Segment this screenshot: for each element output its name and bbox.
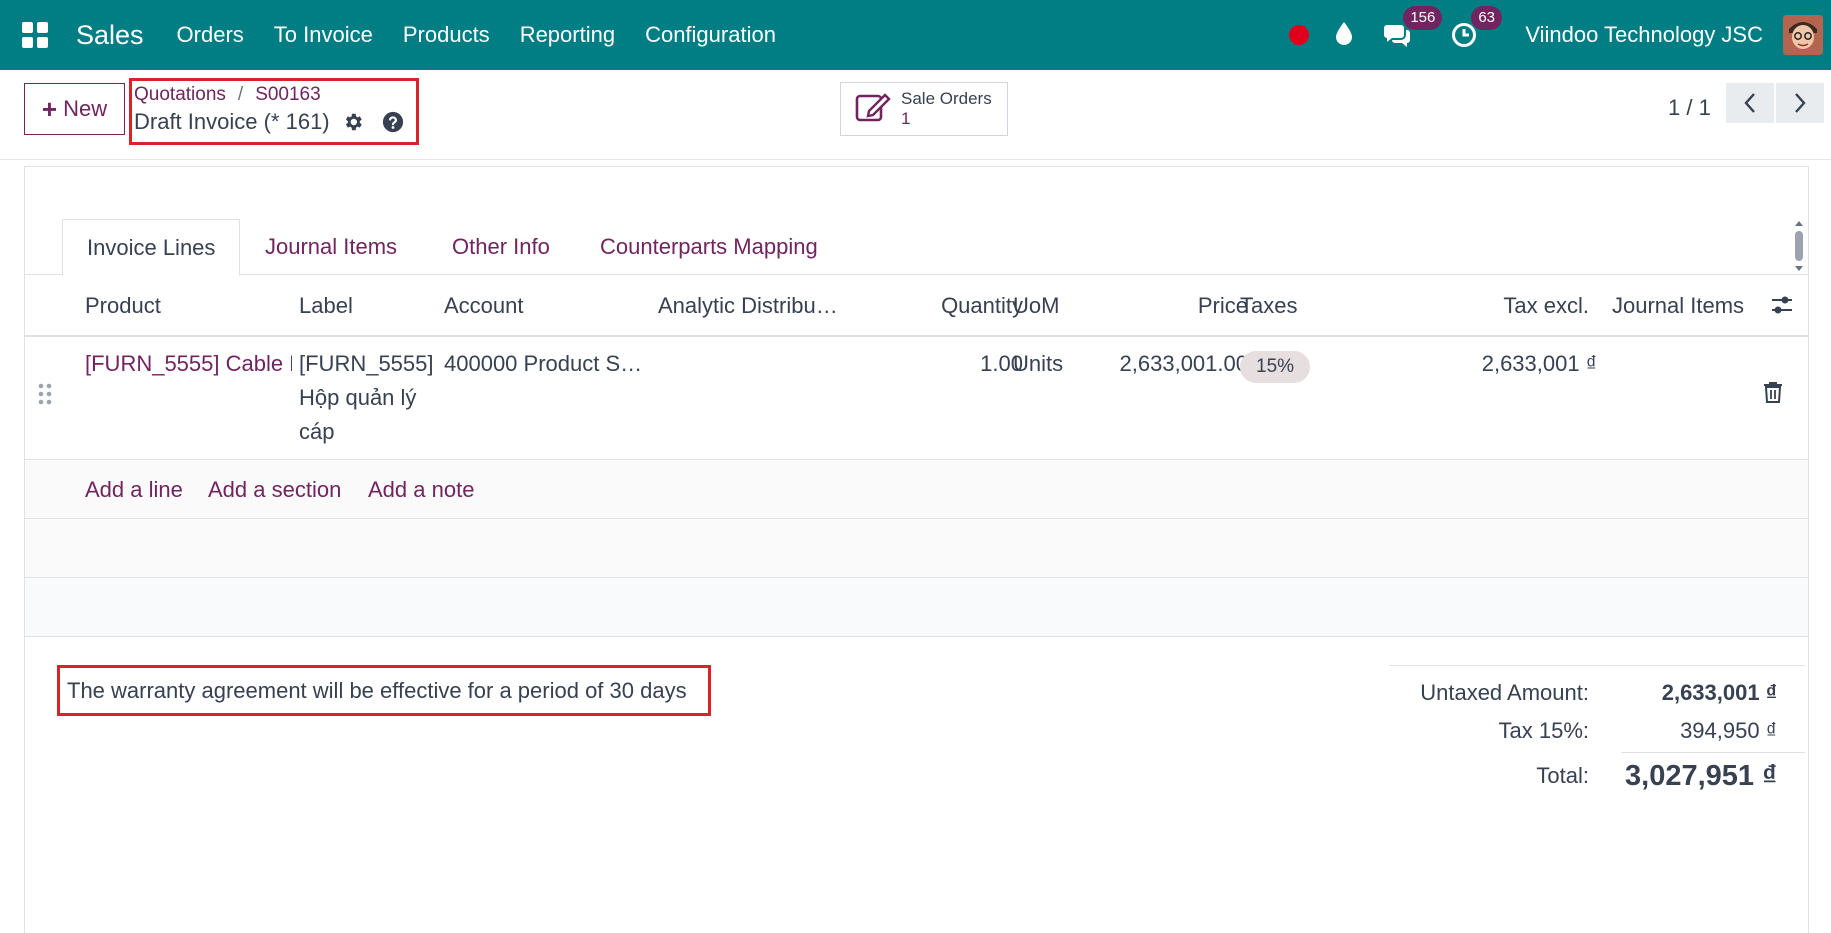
menu-reporting[interactable]: Reporting [520, 22, 615, 48]
cell-price[interactable]: 2,633,001.00 [1120, 338, 1248, 381]
cell-label-line: [FURN_5555] [299, 351, 434, 376]
terms-note[interactable]: The warranty agreement will be effective… [57, 665, 711, 716]
cell-uom[interactable]: Units [1013, 338, 1063, 381]
navbar-systray: 156 63 Viindoo Technology JSC [1289, 0, 1831, 70]
cell-product[interactable]: [FURN_5555] Cable M [85, 338, 292, 381]
empty-row [25, 579, 1808, 637]
total-row: Total: 3,027,951 ₫ [1389, 754, 1805, 798]
tab-other-info[interactable]: Other Info [452, 219, 550, 276]
apps-grid-icon[interactable] [22, 22, 48, 48]
app-brand[interactable]: Sales [76, 20, 144, 51]
menu-orders[interactable]: Orders [177, 22, 244, 48]
chevron-right-icon [1795, 93, 1806, 113]
tax-label: Tax 15%: [1498, 718, 1590, 743]
pager-previous-button[interactable] [1726, 83, 1774, 123]
tax-row: Tax 15%: 394,950 ₫ [1389, 714, 1805, 748]
tab-counterparts-mapping[interactable]: Counterparts Mapping [600, 219, 818, 276]
menu-to-invoice[interactable]: To Invoice [274, 22, 373, 48]
edit-icon [855, 91, 891, 128]
col-journal-items[interactable]: Journal Items [1612, 276, 1744, 336]
trash-icon[interactable] [1763, 381, 1783, 403]
col-label[interactable]: Label [299, 276, 353, 336]
cell-account[interactable]: 400000 Product S… [444, 338, 642, 381]
breadcrumb-quotations[interactable]: Quotations [134, 84, 226, 105]
avatar[interactable] [1783, 15, 1823, 55]
tax-tag[interactable]: 15% [1240, 351, 1311, 383]
add-line-link[interactable]: Add a line [85, 461, 183, 519]
form-sheet: Invoice Lines Journal Items Other Info C… [24, 166, 1809, 933]
col-account[interactable]: Account [444, 276, 524, 336]
breadcrumb-order[interactable]: S00163 [255, 84, 321, 105]
plus-icon: + [41, 93, 58, 124]
clock-icon[interactable]: 63 [1451, 6, 1502, 48]
gear-icon[interactable] [342, 111, 364, 133]
cell-label-line: Hộp quản lý [299, 385, 417, 410]
add-section-link[interactable]: Add a section [208, 461, 341, 519]
add-line-row: Add a line Add a section Add a note [25, 461, 1808, 519]
col-taxes[interactable]: Taxes [1240, 276, 1297, 336]
tab-journal-items[interactable]: Journal Items [265, 219, 397, 276]
empty-row [25, 520, 1808, 578]
chevron-left-icon [1744, 93, 1755, 113]
record-dot-icon[interactable] [1289, 25, 1310, 45]
cell-tax-excl: 2,633,001 ₫ [1481, 351, 1597, 376]
messages-badge: 156 [1403, 6, 1443, 30]
new-button-label: New [63, 96, 108, 121]
breadcrumb-separator: / [237, 84, 244, 105]
col-quantity[interactable]: Quantity [941, 276, 1023, 336]
new-button[interactable]: + New [24, 83, 125, 135]
menu-products[interactable]: Products [403, 22, 490, 48]
smart-button-label: Sale Orders [901, 89, 992, 108]
sale-orders-smart-button[interactable]: Sale Orders 1 [840, 82, 1008, 136]
col-tax-excl[interactable]: Tax excl. [1503, 276, 1589, 336]
cell-label-line: cáp [299, 419, 335, 444]
table-header: Product Label Account Analytic Distribu…… [25, 276, 1808, 337]
untaxed-label: Untaxed Amount: [1420, 680, 1589, 705]
cell-label[interactable]: [FURN_5555] Hộp quản lý cáp [299, 338, 434, 449]
drag-handle-icon[interactable] [37, 373, 53, 416]
total-value: 3,027,951 ₫ [1625, 760, 1777, 792]
total-label: Total: [1536, 763, 1589, 788]
untaxed-amount-row: Untaxed Amount: 2,633,001 ₫ [1389, 676, 1805, 710]
untaxed-value: 2,633,001 ₫ [1661, 680, 1777, 705]
col-analytic[interactable]: Analytic Distribu… [658, 276, 838, 336]
help-icon[interactable] [382, 111, 404, 133]
activities-badge: 63 [1471, 6, 1502, 30]
tab-invoice-lines[interactable]: Invoice Lines [62, 219, 241, 276]
chat-icon[interactable]: 156 [1383, 6, 1443, 48]
tax-value: 394,950 ₫ [1680, 718, 1777, 743]
scrollbar[interactable] [1792, 219, 1806, 273]
add-note-link[interactable]: Add a note [368, 461, 474, 519]
cell-taxes[interactable]: 15% [1240, 338, 1311, 383]
drop-icon[interactable] [1335, 21, 1353, 50]
top-navbar: Sales Orders To Invoice Products Reporti… [0, 0, 1831, 70]
pager-next-button[interactable] [1776, 83, 1824, 123]
menu-configuration[interactable]: Configuration [645, 22, 776, 48]
col-uom[interactable]: UoM [1013, 276, 1059, 336]
record-title: Draft Invoice (* 161) [134, 109, 330, 134]
pager-value[interactable]: 1 / 1 [1668, 90, 1711, 126]
breadcrumb: Quotations / S00163 Draft Invoice (* 161) [129, 78, 419, 145]
company-switcher[interactable]: Viindoo Technology JSC [1525, 22, 1763, 48]
col-product[interactable]: Product [85, 276, 161, 336]
smart-button-count: 1 [901, 109, 911, 128]
control-panel: + New Quotations / S00163 Draft Invoice (*… [0, 70, 1831, 160]
notebook-tabs: Invoice Lines Journal Items Other Info C… [25, 219, 1808, 276]
column-settings-icon[interactable] [1770, 293, 1794, 317]
table-row[interactable]: [FURN_5555] Cable M [FURN_5555] Hộp quản… [25, 338, 1808, 460]
totals-panel: Untaxed Amount: 2,633,001 ₫ Tax 15%: 394… [1389, 665, 1805, 792]
